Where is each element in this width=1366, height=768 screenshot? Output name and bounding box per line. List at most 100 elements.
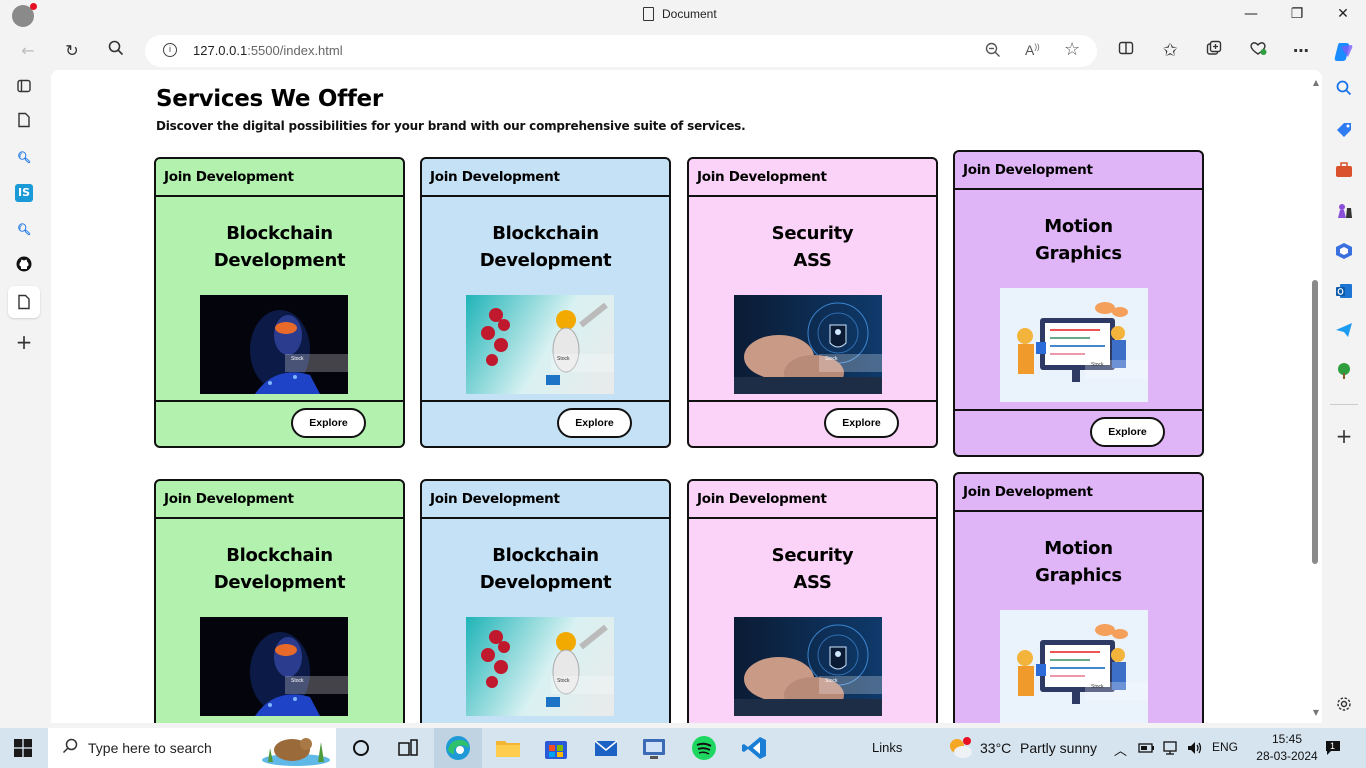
mail-icon[interactable] <box>592 734 620 762</box>
collections-icon[interactable] <box>1203 40 1225 62</box>
card-body: Blockchain Development Stock <box>156 197 403 402</box>
address-bar[interactable]: i 127.0.0.1:5500/index.html A)) ☆ <box>145 35 1097 67</box>
card-footer: Explore <box>955 411 1202 455</box>
network-icon[interactable] <box>1162 740 1178 760</box>
windows-start-icon[interactable] <box>14 739 32 757</box>
service-card: Join Development Blockchain Development S… <box>420 479 671 723</box>
taskbar-search-box[interactable]: Type here to search <box>48 728 336 768</box>
sidebar-search-icon[interactable] <box>1334 80 1354 100</box>
blockchain-person-image: Stock <box>200 295 348 394</box>
file-explorer-icon[interactable] <box>494 734 522 762</box>
tab-github-icon[interactable] <box>14 256 34 276</box>
card-header: Join Development <box>955 152 1202 190</box>
shopping-tag-icon[interactable] <box>1334 122 1354 142</box>
remote-desktop-icon[interactable] <box>640 734 668 762</box>
robot-balloons-image: Stock <box>466 617 614 716</box>
service-card: Join Development Motion Graphics Stock <box>953 472 1204 723</box>
zoom-out-icon[interactable] <box>985 42 1001 62</box>
document-icon <box>643 7 654 21</box>
refresh-icon[interactable]: ↻ <box>61 40 83 62</box>
tree-icon[interactable] <box>1334 362 1354 382</box>
new-tab-plus-icon[interactable]: + <box>14 332 34 352</box>
tab-search-icon-2[interactable]: 🔍︎ <box>14 220 34 240</box>
url-text[interactable]: 127.0.0.1:5500/index.html <box>193 43 343 58</box>
card-title: Blockchain Development <box>213 545 346 593</box>
service-card: Join Development Security ASS Stock <box>687 479 938 723</box>
split-screen-icon[interactable] <box>1115 40 1137 62</box>
card-body: Blockchain Development Stock <box>422 519 669 723</box>
motion-graphics-image: Stock <box>1000 610 1148 723</box>
vscode-icon[interactable] <box>740 734 768 762</box>
card-header: Join Development <box>689 481 936 519</box>
notifications-icon[interactable]: 1 <box>1324 739 1344 761</box>
explore-button[interactable]: Explore <box>291 408 366 438</box>
send-telegram-icon[interactable] <box>1334 322 1354 342</box>
tab-search-icon[interactable]: 🔍︎ <box>14 148 34 168</box>
card-header: Join Development <box>955 474 1202 512</box>
service-card: Join Development Security ASS Stock Explo… <box>687 157 938 448</box>
sidebar-add-plus-icon[interactable]: + <box>1334 426 1354 446</box>
robot-balloons-image: Stock <box>466 295 614 394</box>
tab-document-icon[interactable] <box>14 112 34 132</box>
site-info-icon[interactable]: i <box>163 43 177 57</box>
read-aloud-icon[interactable]: A)) <box>1025 42 1040 58</box>
clock-date[interactable]: 28-03-2024 <box>1244 749 1330 763</box>
explore-button[interactable]: Explore <box>1090 417 1165 447</box>
search-icon[interactable] <box>105 40 127 62</box>
card-body: Security ASS Stock <box>689 519 936 723</box>
links-toolbar[interactable]: Links <box>872 740 902 755</box>
scroll-thumb[interactable] <box>1312 280 1318 564</box>
cortana-circle-icon[interactable] <box>352 739 370 761</box>
restore-button[interactable]: ❐ <box>1287 6 1307 22</box>
page-title: Services We Offer <box>156 86 383 112</box>
minimize-button[interactable]: — <box>1241 6 1261 22</box>
microsoft-store-icon[interactable] <box>542 734 570 762</box>
card-title: Blockchain Development <box>213 223 346 271</box>
card-title: Security ASS <box>771 223 854 271</box>
window-title-text: Document <box>662 7 717 21</box>
favorites-icon[interactable]: ✩ <box>1159 40 1181 62</box>
page-scrollbar[interactable]: ▲ ▼ <box>1308 70 1322 723</box>
input-language[interactable]: ENG <box>1212 740 1238 754</box>
microsoft-365-icon[interactable] <box>1334 242 1354 262</box>
tab-is-icon[interactable]: IS <box>15 184 33 202</box>
spotify-icon[interactable] <box>690 734 718 762</box>
outlook-icon[interactable] <box>1334 282 1354 302</box>
profile-avatar[interactable] <box>12 3 37 27</box>
notification-count: 1 <box>1330 741 1336 751</box>
vertical-tabs-sidebar: 🔍︎ IS 🔍︎ + <box>0 70 48 728</box>
card-title: Blockchain Development <box>479 223 612 271</box>
sidebar-settings-gear-icon[interactable] <box>1334 696 1354 716</box>
tools-briefcase-icon[interactable] <box>1334 162 1354 182</box>
scroll-up-arrow-icon[interactable]: ▲ <box>1313 78 1319 87</box>
edge-browser-icon[interactable] <box>444 734 472 762</box>
games-chess-icon[interactable] <box>1334 202 1354 222</box>
explore-button[interactable]: Explore <box>557 408 632 438</box>
card-footer: Explore <box>689 402 936 446</box>
weather-sun-cloud-icon[interactable] <box>947 736 973 764</box>
volume-speaker-icon[interactable] <box>1186 740 1204 760</box>
windows-taskbar: Type here to search Links 33°C Partly su… <box>0 728 1366 768</box>
more-menu-icon[interactable]: ⋯ <box>1290 40 1312 62</box>
battery-icon[interactable] <box>1138 740 1156 759</box>
weather-temperature[interactable]: 33°C <box>980 740 1011 756</box>
card-title: Blockchain Development <box>479 545 612 593</box>
scroll-down-arrow-icon[interactable]: ▼ <box>1313 708 1319 717</box>
service-card: Join Development Blockchain Development S… <box>154 157 405 448</box>
tab-actions-icon[interactable] <box>14 78 34 98</box>
card-body: Motion Graphics Stock <box>955 512 1202 723</box>
weather-condition[interactable]: Partly sunny <box>1020 740 1097 756</box>
card-body: Blockchain Development Stock <box>156 519 403 723</box>
clock-time[interactable]: 15:45 <box>1262 732 1312 746</box>
copilot-icon[interactable] <box>1332 40 1354 62</box>
task-view-icon[interactable] <box>398 739 418 761</box>
tab-document-active-icon[interactable] <box>8 286 40 318</box>
back-arrow-icon[interactable]: ← <box>17 40 39 62</box>
show-hidden-icons-chevron-icon[interactable]: ︿ <box>1114 740 1127 759</box>
sidebar-divider <box>1330 404 1358 405</box>
favorite-star-icon[interactable]: ☆ <box>1064 39 1080 60</box>
close-button[interactable]: ✕ <box>1333 6 1353 22</box>
search-highlight-capybara-icon <box>260 732 332 768</box>
browser-essentials-icon[interactable] <box>1247 40 1269 62</box>
explore-button[interactable]: Explore <box>824 408 899 438</box>
